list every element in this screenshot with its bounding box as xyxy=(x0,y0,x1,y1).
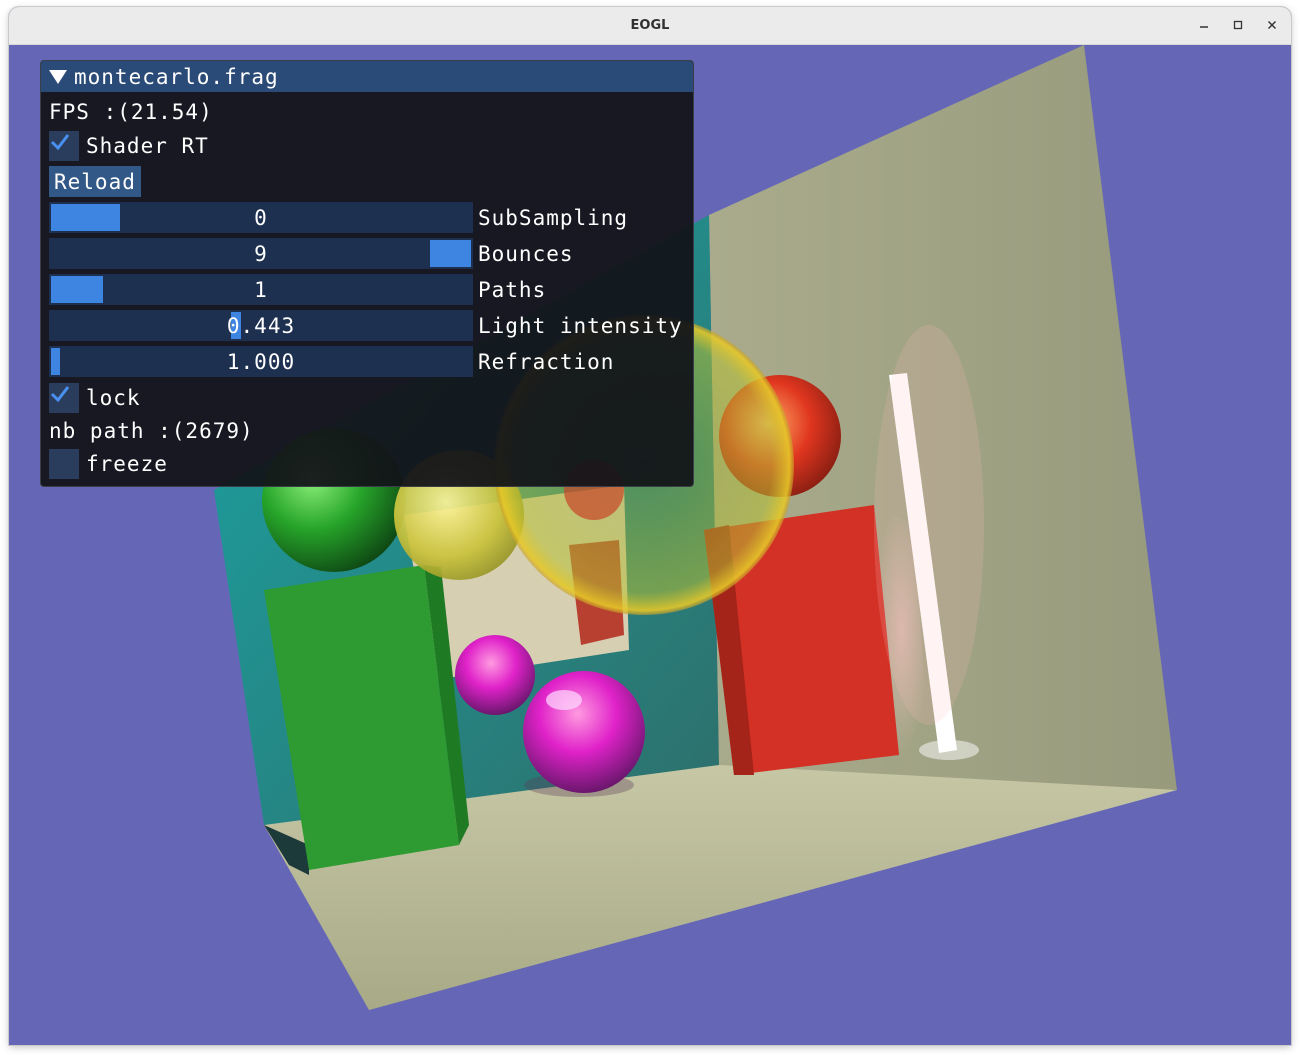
shader-rt-check-box[interactable] xyxy=(49,131,79,161)
shader-rt-label: Shader RT xyxy=(86,134,209,158)
close-icon[interactable] xyxy=(1260,13,1284,37)
subsampling-slider[interactable]: 0 xyxy=(49,202,473,233)
freeze-check-box[interactable] xyxy=(49,449,79,479)
minimize-icon[interactable] xyxy=(1192,13,1216,37)
freeze-checkbox[interactable]: freeze xyxy=(49,449,168,479)
light-intensity-label: Light intensity xyxy=(478,313,683,338)
refraction-value: 1.000 xyxy=(226,349,296,374)
bounces-slider[interactable]: 9 xyxy=(49,238,473,269)
title-bar[interactable]: EOGL xyxy=(9,7,1291,45)
nb-path-readout: nb path :(2679) xyxy=(49,416,254,446)
bounces-value: 9 xyxy=(254,241,268,266)
checkmark-icon xyxy=(50,386,70,403)
subsampling-label: SubSampling xyxy=(478,205,629,230)
freeze-label: freeze xyxy=(86,452,168,476)
paths-label: Paths xyxy=(478,277,547,302)
magenta-sphere xyxy=(523,671,645,793)
reload-button[interactable]: Reload xyxy=(49,166,141,197)
lock-checkbox[interactable]: lock xyxy=(49,383,141,413)
bounces-label: Bounces xyxy=(478,241,574,266)
refraction-slider[interactable]: 1.000 xyxy=(49,346,473,377)
fps-text: FPS :(21.54) xyxy=(49,100,213,124)
light-intensity-slider[interactable]: 0.443 xyxy=(49,310,473,341)
paths-value: 1 xyxy=(254,277,268,302)
panel-header[interactable]: montecarlo.frag xyxy=(41,61,693,92)
lock-label: lock xyxy=(86,386,141,410)
shader-settings-panel[interactable]: montecarlo.frag FPS :(21.54) Shader RT R… xyxy=(40,60,694,487)
panel-title: montecarlo.frag xyxy=(74,64,279,89)
lock-check-box[interactable] xyxy=(49,383,79,413)
light-intensity-value: 0.443 xyxy=(226,313,296,338)
nb-path-text: nb path :(2679) xyxy=(49,419,254,443)
subsampling-value: 0 xyxy=(254,205,268,230)
render-viewport[interactable]: montecarlo.frag FPS :(21.54) Shader RT R… xyxy=(9,45,1291,1045)
paths-slider[interactable]: 1 xyxy=(49,274,473,305)
refraction-label: Refraction xyxy=(478,349,615,374)
app-window: EOGL montecarlo.frag FPS:(21.54) Shader… xyxy=(9,7,1291,1045)
checkmark-icon xyxy=(50,134,70,151)
shader-rt-checkbox[interactable]: Shader RT xyxy=(49,131,209,161)
window-title: EOGL xyxy=(630,18,670,33)
maximize-icon[interactable] xyxy=(1226,13,1250,37)
fps-readout: FPS :(21.54) xyxy=(49,97,213,127)
collapse-triangle-icon[interactable] xyxy=(49,69,67,84)
